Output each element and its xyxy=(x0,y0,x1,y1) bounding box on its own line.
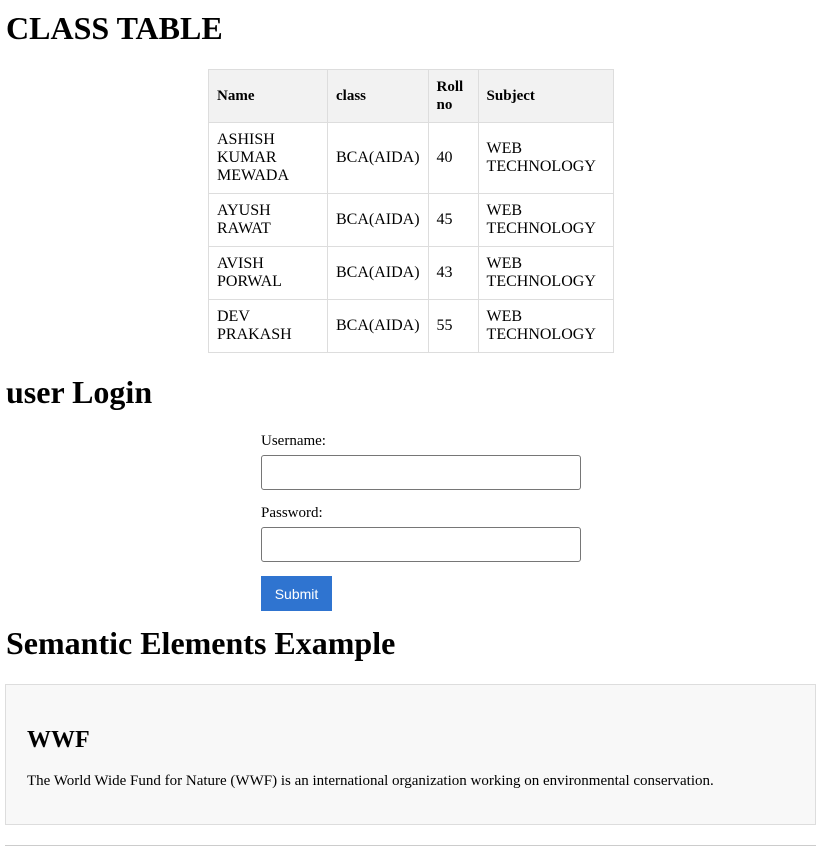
cell-roll-no: 40 xyxy=(427,122,479,194)
page: CLASS TABLE Name class Roll no Subject A… xyxy=(0,0,822,847)
header-subject: Subject xyxy=(477,69,614,123)
password-label: Password: xyxy=(261,505,323,521)
article-heading: WWF xyxy=(27,727,90,753)
cell-class: BCA(AIDA) xyxy=(327,246,429,300)
header-name: Name xyxy=(208,69,328,123)
cell-roll-no: 43 xyxy=(427,246,479,300)
cell-class: BCA(AIDA) xyxy=(327,122,429,194)
class-table: Name class Roll no Subject ASHISH KUMAR … xyxy=(208,69,614,353)
table-header-row: Name class Roll no Subject xyxy=(208,69,614,123)
header-class: class xyxy=(327,69,429,123)
login-title: user Login xyxy=(6,374,153,410)
cell-name: AYUSH RAWAT xyxy=(208,193,328,247)
cell-subject: WEB TECHNOLOGY xyxy=(477,193,614,247)
cell-roll-no: 45 xyxy=(427,193,479,247)
table-row: AYUSH RAWAT BCA(AIDA) 45 WEB TECHNOLOGY xyxy=(208,193,614,247)
class-table-title: CLASS TABLE xyxy=(6,10,223,46)
cell-class: BCA(AIDA) xyxy=(327,299,429,353)
divider xyxy=(5,845,816,846)
wwf-article: WWF The World Wide Fund for Nature (WWF)… xyxy=(5,684,816,825)
password-input[interactable] xyxy=(261,527,581,562)
table-row: ASHISH KUMAR MEWADA BCA(AIDA) 40 WEB TEC… xyxy=(208,122,614,194)
cell-subject: WEB TECHNOLOGY xyxy=(477,299,614,353)
cell-class: BCA(AIDA) xyxy=(327,193,429,247)
cell-roll-no: 55 xyxy=(427,299,479,353)
submit-button[interactable]: Submit xyxy=(261,576,332,611)
table-row: DEV PRAKASH BCA(AIDA) 55 WEB TECHNOLOGY xyxy=(208,299,614,353)
header-roll-no: Roll no xyxy=(427,69,479,123)
cell-name: DEV PRAKASH xyxy=(208,299,328,353)
cell-subject: WEB TECHNOLOGY xyxy=(477,122,614,194)
cell-name: ASHISH KUMAR MEWADA xyxy=(208,122,328,194)
article-text: The World Wide Fund for Nature (WWF) is … xyxy=(27,773,714,789)
cell-subject: WEB TECHNOLOGY xyxy=(477,246,614,300)
cell-name: AVISH PORWAL xyxy=(208,246,328,300)
table-row: AVISH PORWAL BCA(AIDA) 43 WEB TECHNOLOGY xyxy=(208,246,614,300)
username-label: Username: xyxy=(261,433,326,449)
semantic-title: Semantic Elements Example xyxy=(6,625,396,661)
login-form: Username: Password: Submit xyxy=(261,432,581,611)
username-input[interactable] xyxy=(261,455,581,490)
